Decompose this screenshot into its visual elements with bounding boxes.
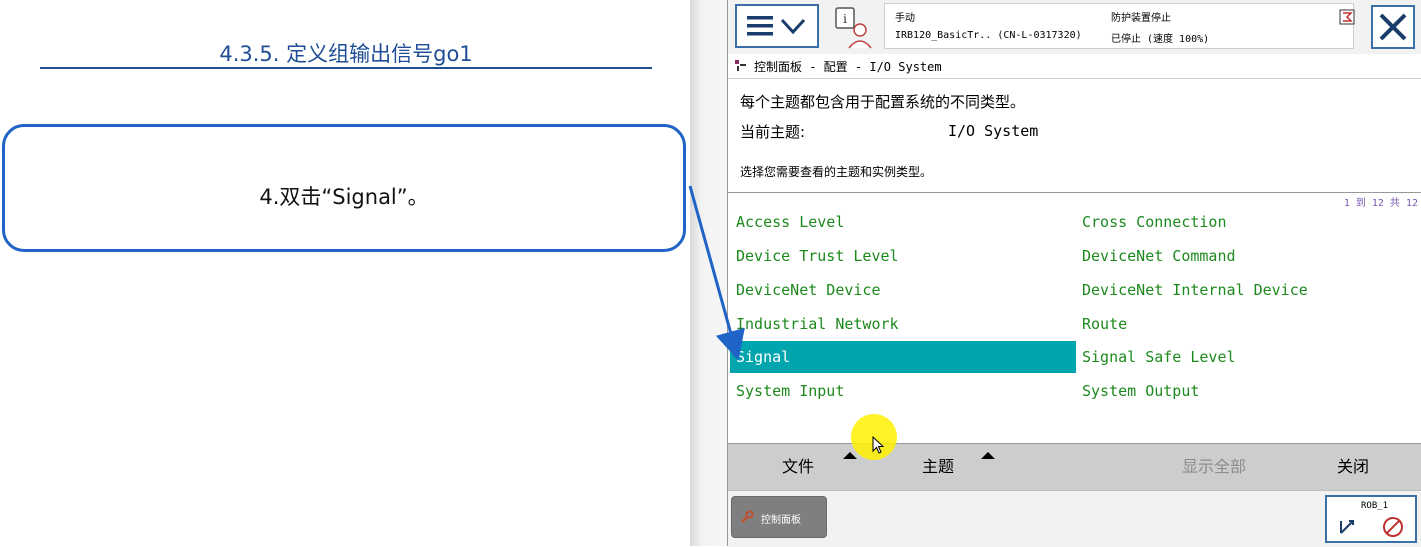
list-item[interactable]: Device Trust Level — [730, 240, 1076, 272]
list-item[interactable]: System Output — [1076, 375, 1420, 407]
control-panel-icon — [735, 60, 746, 71]
control-panel-task-label: 控制面板 — [761, 515, 801, 526]
breadcrumb: 控制面板 - 配置 - I/O System — [754, 60, 942, 74]
show-all-button[interactable]: 显示全部 — [1158, 444, 1270, 490]
topic-menu-arrow-icon — [981, 452, 995, 459]
list-item[interactable]: DeviceNet Device — [730, 274, 1076, 306]
title-underline — [40, 67, 652, 69]
svg-text:i: i — [843, 12, 847, 26]
status-panel[interactable]: 手动 IRB120_BasicTr.. (CN-L-0317320) 防护装置停… — [884, 3, 1354, 49]
current-topic-value: I/O System — [948, 122, 1039, 140]
selection-hint: 选择您需要查看的主题和实例类型。 — [740, 165, 933, 179]
file-menu-button[interactable]: 文件 — [748, 444, 848, 490]
safety-state: 已停止 (速度 100%) — [1111, 34, 1210, 45]
operator-icon[interactable]: i — [832, 6, 876, 50]
current-topic-label: 当前主题: — [740, 123, 806, 141]
list-item[interactable]: Access Level — [730, 206, 1076, 238]
topic-menu-button[interactable]: 主题 — [888, 444, 988, 490]
flexpendant-window: i 手动 IRB120_BasicTr.. (CN-L-0317320) 防护装… — [727, 0, 1421, 547]
list-item[interactable]: DeviceNet Command — [1076, 240, 1420, 272]
task-bar: 控制面板 ROB_1 — [728, 490, 1421, 547]
close-button[interactable]: 关闭 — [1308, 444, 1398, 490]
chevron-down-icon — [780, 18, 806, 35]
instruction-callout: 4.双击“Signal”。 — [2, 124, 686, 252]
info-description: 每个主题都包含用于配置系统的不同类型。 — [740, 93, 1026, 111]
close-icon — [1379, 13, 1407, 41]
list-item[interactable]: System Input — [730, 375, 1076, 407]
command-bar: 文件 主题 显示全部 关闭 — [728, 443, 1421, 490]
instruction-text: 4.双击“Signal”。 — [259, 185, 429, 209]
quickset-icon[interactable] — [1339, 9, 1355, 25]
slide-title: 4.3.5. 定义组输出信号go1 — [219, 42, 473, 66]
close-window-button[interactable] — [1371, 5, 1415, 49]
list-item[interactable]: DeviceNet Internal Device — [1076, 274, 1420, 306]
safety-title: 防护装置停止 — [1111, 13, 1171, 24]
list-item[interactable]: Signal Safe Level — [1076, 341, 1420, 373]
info-section: 每个主题都包含用于配置系统的不同类型。 当前主题: I/O System 选择您… — [728, 79, 1421, 191]
list-item[interactable]: Route — [1076, 308, 1420, 340]
top-bar: i 手动 IRB120_BasicTr.. (CN-L-0317320) 防护装… — [728, 0, 1421, 55]
list-item[interactable]: Cross Connection — [1076, 206, 1420, 238]
list-item-selected[interactable]: Signal — [730, 341, 1076, 373]
file-menu-arrow-icon — [843, 452, 857, 459]
robot-selector-button[interactable]: ROB_1 — [1325, 495, 1417, 543]
mouse-cursor-icon — [872, 436, 885, 454]
slide-panel: 4.3.5. 定义组输出信号go1 4.双击“Signal”。 — [0, 0, 690, 546]
panel-divider — [690, 0, 727, 546]
mode-text: 手动 — [895, 13, 915, 24]
coordinate-axes-icon — [1340, 517, 1403, 537]
list-item[interactable]: Industrial Network — [730, 308, 1076, 340]
controller-name: IRB120_BasicTr.. (CN-L-0317320) — [895, 30, 1082, 41]
main-menu-button[interactable] — [735, 4, 819, 48]
type-list: 1 到 12 共 12 Access Level Cross Connectio… — [728, 193, 1421, 443]
breadcrumb-bar: 控制面板 - 配置 - I/O System — [728, 54, 1421, 79]
wrench-icon — [741, 510, 754, 523]
control-panel-task-button[interactable]: 控制面板 — [731, 496, 827, 538]
menu-icon — [747, 16, 806, 36]
